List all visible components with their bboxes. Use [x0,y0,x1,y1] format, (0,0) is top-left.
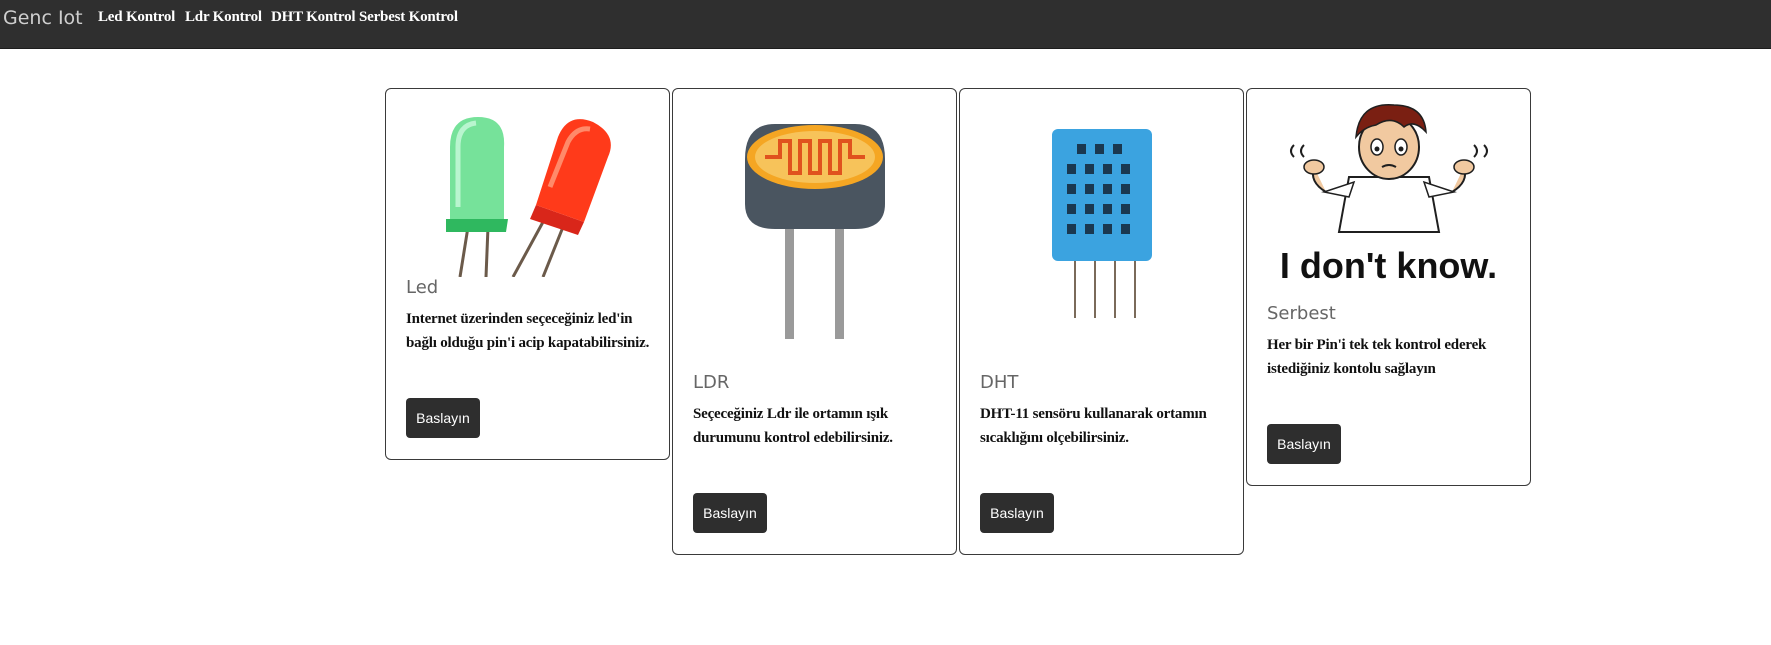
card-title: Serbest [1267,303,1336,324]
card-text: Internet üzerinden seçeceğiniz led'in ba… [406,311,650,351]
nav-link-serbest[interactable]: Serbest Kontrol [359,9,458,26]
card-text: Seçeceğiniz Ldr ile ortamın ışık durumun… [693,406,893,446]
confused-man-image: I don't know. [1247,97,1530,297]
card-text: Her bir Pin'i tek tek kontrol ederek ist… [1267,337,1487,377]
card-dht: DHT DHT-11 sensöru kullanarak ortamın sı… [959,88,1244,555]
card-title: DHT [980,372,1019,393]
start-button-dht[interactable]: Baslayın [980,493,1054,533]
card-title: Led [406,277,439,298]
card-serbest: I don't know. Serbest Her bir Pin'i tek … [1246,88,1531,486]
card-title: LDR [693,372,730,393]
start-button-serbest[interactable]: Baslayın [1267,424,1341,464]
navbar: Genc Iot Led Kontrol Ldr Kontrol DHT Kon… [0,0,1771,49]
start-button-ldr[interactable]: Baslayın [693,493,767,533]
card-led: Led Internet üzerinden seçeceğiniz led'i… [385,88,670,460]
led-image [386,107,669,277]
start-button-led[interactable]: Baslayın [406,398,480,438]
brand-link[interactable]: Genc Iot [3,7,83,29]
card-text: DHT-11 sensöru kullanarak ortamın sıcakl… [980,406,1207,446]
nav-link-dht[interactable]: DHT Kontrol [271,9,356,26]
card-ldr: LDR Seçeceğiniz Ldr ile ortamın ışık dur… [672,88,957,555]
nav-link-ldr[interactable]: Ldr Kontrol [185,9,262,26]
dht-sensor-image [960,124,1243,319]
image-caption: I don't know. [1279,245,1498,286]
nav-link-led[interactable]: Led Kontrol [98,9,175,26]
ldr-image [673,119,956,344]
